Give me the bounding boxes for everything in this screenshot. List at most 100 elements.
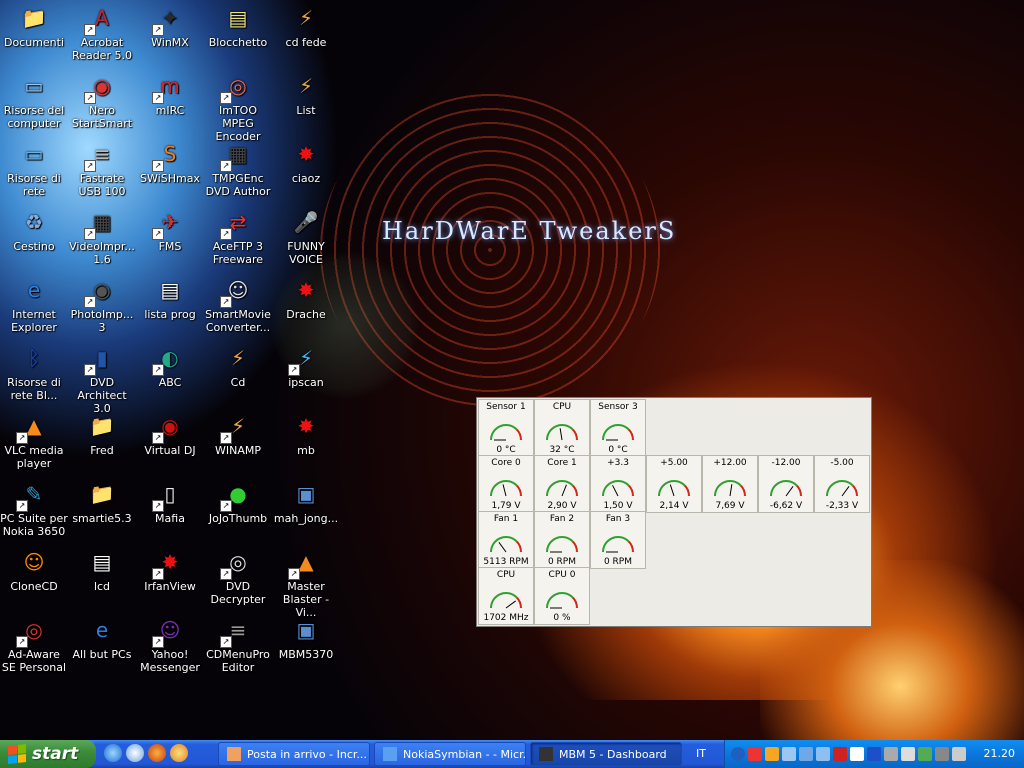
desktop-icon[interactable]: ▮ ↗ DVD Architect 3.0	[68, 342, 136, 416]
sensor-gauge[interactable]: CPU 32 °C	[534, 399, 590, 457]
clock[interactable]: 21.20	[984, 747, 1016, 760]
desktop-icon[interactable]: ☺ CloneCD	[0, 546, 68, 594]
sensor-gauge[interactable]: -5.00 -2,33 V	[814, 455, 870, 513]
tray-network-icon[interactable]	[816, 747, 830, 761]
sensor-gauge[interactable]: Core 1 2,90 V	[534, 455, 590, 513]
sensor-gauge[interactable]: +3.3 1,50 V	[590, 455, 646, 513]
desktop-icon[interactable]: ▤ Blocchetto	[204, 2, 272, 50]
desktop-icon[interactable]: ◎ ↗ DVD Decrypter	[204, 546, 272, 607]
sensor-gauge[interactable]: CPU 0 0 %	[534, 567, 590, 625]
desktop-icon[interactable]: 📁 smartie5.3	[68, 478, 136, 526]
tray-app-icon[interactable]	[850, 747, 864, 761]
desktop-icon[interactable]: ☺ ↗ Yahoo! Messenger	[136, 614, 204, 675]
desktop-icon[interactable]: ⚡ Cd	[204, 342, 272, 390]
sensor-gauge[interactable]: Sensor 1 0 °C	[478, 399, 534, 457]
desktop-icon[interactable]: S ↗ SWiSHmax	[136, 138, 204, 186]
desktop-icon[interactable]: ▭ Risorse del computer	[0, 70, 68, 131]
tray-app-icon[interactable]	[884, 747, 898, 761]
desktop-icon[interactable]: 📁 Fred	[68, 410, 136, 458]
language-indicator[interactable]: IT	[696, 747, 706, 760]
desktop-icon[interactable]: ✸ Drache	[272, 274, 340, 322]
desktop-icon[interactable]: ▭ Risorse di rete	[0, 138, 68, 199]
ie-icon[interactable]	[104, 744, 122, 762]
sensor-gauge[interactable]: Fan 3 0 RPM	[590, 511, 646, 569]
desktop-icon[interactable]: ▣ mah_jong...	[272, 478, 340, 526]
tray-bluetooth-icon[interactable]	[867, 747, 881, 761]
desktop-icon[interactable]: m ↗ mIRC	[136, 70, 204, 117]
desktop-icon[interactable]: e All but PCs	[68, 614, 136, 662]
gauge-arc	[602, 424, 630, 441]
taskbar-button[interactable]: Posta in arrivo - Incr...	[218, 742, 370, 766]
desktop-icon[interactable]: ◐ ↗ ABC	[136, 342, 204, 389]
desktop-icon[interactable]: ▦ ↗ VideoImpr... 1.6	[68, 206, 136, 267]
desktop-icon[interactable]: e Internet Explorer	[0, 274, 68, 335]
desktop-icon[interactable]: ✸ mb	[272, 410, 340, 458]
desktop-icon[interactable]: ⚡ cd fede	[272, 2, 340, 50]
desktop-icon[interactable]: ⚡ ↗ WINAMP	[204, 410, 272, 458]
taskbar-button[interactable]: MBM 5 - Dashboard	[530, 742, 682, 766]
sensor-gauge[interactable]: Sensor 3 0 °C	[590, 399, 646, 457]
sensor-gauge[interactable]: -12.00 -6,62 V	[758, 455, 814, 513]
taskbar-button[interactable]: NokiaSymbian - - Micr...	[374, 742, 526, 766]
tray-shield-icon[interactable]	[833, 747, 847, 761]
desktop-icon-label: IrfanView	[144, 580, 196, 593]
gauge-needle	[729, 484, 733, 497]
tray-app-icon[interactable]	[765, 747, 779, 761]
shortcut-arrow-icon: ↗	[220, 296, 232, 308]
desktop-icon[interactable]: ⚡ ↗ ipscan	[272, 342, 340, 389]
desktop-icon[interactable]: ⇄ ↗ AceFTP 3 Freeware	[204, 206, 272, 267]
start-button[interactable]: start	[0, 740, 96, 768]
tray-network-icon[interactable]	[799, 747, 813, 761]
sensor-gauge[interactable]: +5.00 2,14 V	[646, 455, 702, 513]
gauge-dial	[602, 424, 634, 441]
tray-network-icon[interactable]	[782, 747, 796, 761]
desktop-icon[interactable]: ▤ lcd	[68, 546, 136, 594]
tray-arrow-icon[interactable]	[731, 747, 745, 761]
mbm-dashboard-window[interactable]: Sensor 1 0 °C CPU 32 °C Sensor 3 0 °C Core 0 1,…	[476, 397, 872, 627]
desktop-icon[interactable]: ▲ ↗ VLC media player	[0, 410, 68, 471]
desktop-icon[interactable]: ◉ ↗ PhotoImp... 3	[68, 274, 136, 335]
firefox-icon[interactable]	[148, 744, 166, 762]
desktop-icon[interactable]: ◎ ↗ Ad-Aware SE Personal	[0, 614, 68, 675]
sensor-gauge[interactable]: Fan 2 0 RPM	[534, 511, 590, 569]
sensor-gauge[interactable]: Core 0 1,79 V	[478, 455, 534, 513]
desktop-icon[interactable]: ✈ ↗ FMS	[136, 206, 204, 253]
desktop-icon[interactable]: ⚡ List	[272, 70, 340, 118]
desktop-icon[interactable]: ≡ ↗ CDMenuPro Editor	[204, 614, 272, 675]
outlook-express-icon[interactable]	[126, 744, 144, 762]
desktop-icon[interactable]: ● ↗ JoJoThumb	[204, 478, 272, 526]
desktop-icon[interactable]: ◉ ↗ Virtual DJ	[136, 410, 204, 458]
tray-app-icon[interactable]	[748, 747, 762, 761]
tray-app-icon[interactable]	[935, 747, 949, 761]
desktop-icon[interactable]: ✎ ↗ PC Suite per Nokia 3650	[0, 478, 68, 539]
desktop-icon[interactable]: ≡ ↗ Fastrate USB 100	[68, 138, 136, 199]
desktop-icon[interactable]: ◎ ↗ ImTOO MPEG Encoder	[204, 70, 272, 144]
desktop-icon[interactable]: ✦ ↗ WinMX	[136, 2, 204, 50]
tray-app-icon[interactable]	[901, 747, 915, 761]
desktop-icon[interactable]: ▲ ↗ Master Blaster - Vi...	[272, 546, 340, 620]
shortcut-arrow-icon: ↗	[16, 432, 28, 444]
desktop-icon[interactable]: ▣ MBM5370	[272, 614, 340, 662]
tray-app-icon[interactable]	[918, 747, 932, 761]
sensor-gauge[interactable]: CPU 1702 MHz	[478, 567, 534, 625]
desktop-icon[interactable]: 📁 Documenti	[0, 2, 68, 50]
sensor-gauge[interactable]: +12.00 7,69 V	[702, 455, 758, 513]
splash-icon: ✸	[297, 277, 315, 302]
desktop-icon[interactable]: A ↗ Acrobat Reader 5.0	[68, 2, 136, 63]
sensor-gauge[interactable]: Fan 1 5113 RPM	[478, 511, 534, 569]
desktop-icon[interactable]: ▯ ↗ Mafia	[136, 478, 204, 525]
desktop-icon[interactable]: ▤ lista prog	[136, 274, 204, 322]
tray-app-icon[interactable]	[952, 747, 966, 761]
gauge-arc	[546, 592, 574, 609]
desktop-icon-label: CDMenuPro Editor	[206, 648, 270, 674]
desktop-icon[interactable]: ▦ ↗ TMPGEnc DVD Author	[204, 138, 272, 199]
desktop-icon[interactable]: ᛒ Risorse di rete Bl...	[0, 342, 68, 403]
desktop-icon[interactable]: ◉ ↗ Nero StartSmart	[68, 70, 136, 131]
desktop-icon[interactable]: ✸ ↗ IrfanView	[136, 546, 204, 594]
desktop-icon[interactable]: ☺ ↗ SmartMovie Converter...	[204, 274, 272, 335]
desktop-icon[interactable]: 🎤 FUNNY VOICE	[272, 206, 340, 267]
media-player-icon[interactable]	[170, 744, 188, 762]
shortcut-arrow-icon: ↗	[152, 160, 164, 172]
desktop-icon[interactable]: ♻ Cestino	[0, 206, 68, 254]
desktop-icon[interactable]: ✸ ciaoz	[272, 138, 340, 186]
